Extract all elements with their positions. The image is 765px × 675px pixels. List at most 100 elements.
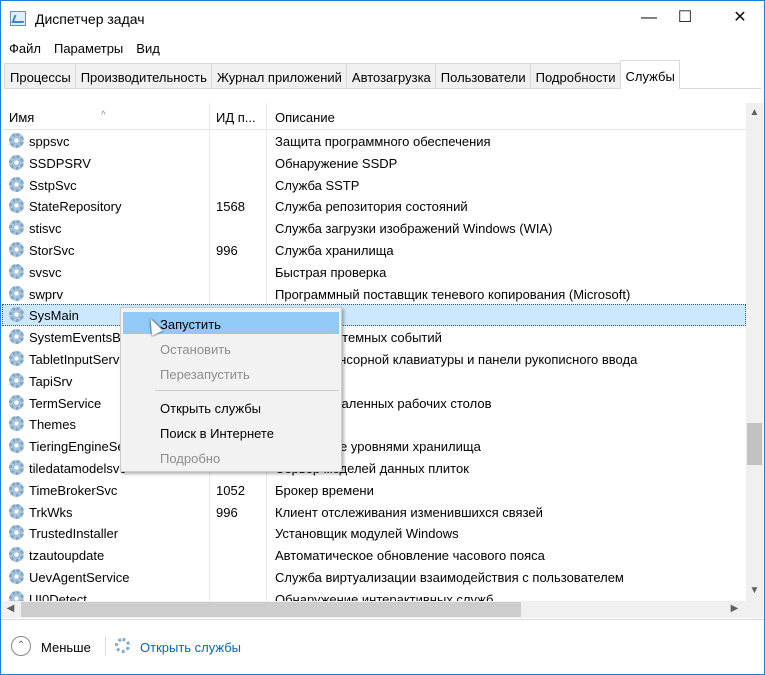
- tab-app-history[interactable]: Журнал приложений: [210, 63, 346, 89]
- fewer-details-button[interactable]: Меньше: [41, 640, 91, 655]
- menu-item-restart: Перезапустить: [160, 367, 250, 382]
- menu-item-search-online[interactable]: Поиск в Интернете: [123, 421, 339, 443]
- service-row[interactable]: stisvc Служба загрузки изображений Window…: [2, 217, 746, 239]
- tab-users[interactable]: Пользователи: [434, 63, 530, 89]
- service-row[interactable]: sppsvc Защита программного обеспечения: [2, 130, 746, 152]
- service-gear-icon: [9, 503, 24, 519]
- service-gear-icon: [9, 372, 24, 388]
- service-name: SSDPSRV: [29, 155, 91, 171]
- service-row[interactable]: TabletInputService Служба сенсорной клави…: [2, 348, 746, 370]
- service-row[interactable]: TrustedInstaller Установщик модулей Windo…: [2, 522, 746, 544]
- service-gear-icon: [9, 416, 24, 432]
- menu-view[interactable]: Вид: [128, 37, 165, 59]
- service-name: SstpSvc: [29, 177, 77, 193]
- maximize-button[interactable]: ☐: [662, 1, 708, 35]
- service-row[interactable]: TieringEngineService Управление уровнями …: [2, 435, 746, 457]
- service-name: TrustedInstaller: [29, 526, 119, 542]
- vertical-scroll-thumb[interactable]: [747, 423, 762, 465]
- scroll-down-icon[interactable]: ▼: [746, 585, 763, 596]
- service-pid: 1568: [216, 199, 245, 215]
- horizontal-scroll-thumb[interactable]: [21, 602, 521, 617]
- service-row[interactable]: svsvc Быстрая проверка: [2, 261, 746, 283]
- services-gear-icon: [115, 638, 130, 653]
- service-name: StorSvc: [29, 242, 75, 258]
- service-description: Автоматическое обновление часового пояса: [275, 548, 545, 564]
- title-bar: Диспетчер задач — ☐ ✕: [1, 1, 764, 37]
- task-manager-window: Диспетчер задач — ☐ ✕ Файл Параметры Вид…: [0, 0, 765, 675]
- service-gear-icon: [9, 307, 24, 323]
- menu-options[interactable]: Параметры: [46, 37, 128, 59]
- service-row[interactable]: StateRepository 1568 Служба репозитория со…: [2, 195, 746, 217]
- service-row[interactable]: tzautoupdate Автоматическое обновление ча…: [2, 544, 746, 566]
- tab-processes[interactable]: Процессы: [4, 63, 75, 89]
- service-description: Защита программного обеспечения: [275, 134, 491, 149]
- menu-item-stop: Остановить: [160, 342, 231, 357]
- menu-file[interactable]: Файл: [1, 37, 46, 59]
- horizontal-scrollbar[interactable]: ◀ ▶: [2, 601, 763, 618]
- service-description: Программный поставщик теневого копирован…: [275, 286, 631, 302]
- service-name: SysMain: [29, 308, 79, 324]
- service-row[interactable]: TapiSrv: [2, 370, 746, 392]
- service-gear-icon: [9, 154, 24, 170]
- service-row[interactable]: swprv Программный поставщик теневого копи…: [2, 283, 746, 305]
- column-header-name[interactable]: Имя: [9, 110, 34, 125]
- service-row[interactable]: tiledatamodelsvc Сервер моделей данных пл…: [2, 457, 746, 479]
- service-row[interactable]: SSDPSRV Обнаружение SSDP: [2, 152, 746, 174]
- service-description: Служба репозитория состояний: [275, 199, 468, 215]
- service-gear-icon: [9, 198, 24, 214]
- service-name: stisvc: [29, 221, 62, 237]
- scroll-right-icon[interactable]: ▶: [726, 603, 743, 614]
- tab-bar: Процессы Производительность Журнал прило…: [4, 60, 761, 89]
- vertical-scrollbar[interactable]: ▲ ▼: [746, 103, 763, 601]
- service-description: Обнаружение SSDP: [275, 155, 398, 171]
- service-gear-icon: [9, 568, 24, 584]
- service-description: Клиент отслеживания изменившихся связей: [275, 504, 543, 520]
- service-gear-icon: [9, 285, 24, 301]
- service-description: Установщик модулей Windows: [275, 526, 459, 542]
- service-pid: 996: [216, 504, 238, 520]
- service-description: Служба загрузки изображений Windows (WIA…: [275, 221, 553, 237]
- service-gear-icon: [9, 547, 24, 563]
- scroll-left-icon[interactable]: ◀: [2, 603, 19, 614]
- service-row[interactable]: SstpSvc Служба SSTP: [2, 174, 746, 196]
- service-row[interactable]: UevAgentService Служба виртуализации взаи…: [2, 566, 746, 588]
- service-gear-icon: [9, 590, 24, 601]
- service-name: UI0Detect: [29, 591, 87, 601]
- column-header-pid[interactable]: ИД п...: [216, 110, 256, 125]
- menu-item-open-services[interactable]: Открыть службы: [123, 396, 339, 418]
- menu-separator: [155, 390, 339, 391]
- service-name: TrkWks: [29, 504, 73, 520]
- service-row[interactable]: SysMain: [2, 304, 746, 327]
- chevron-up-icon[interactable]: ⌃: [11, 636, 31, 656]
- service-gear-icon: [9, 241, 24, 257]
- divider: [105, 636, 106, 656]
- service-name: UevAgentService: [29, 569, 130, 585]
- open-services-link[interactable]: Открыть службы: [140, 640, 241, 655]
- service-name: TapiSrv: [29, 373, 73, 389]
- close-button[interactable]: ✕: [717, 1, 763, 35]
- service-name: sppsvc: [29, 134, 70, 149]
- tab-services[interactable]: Службы: [619, 60, 680, 89]
- service-row[interactable]: TimeBrokerSvc 1052 Брокер времени: [2, 479, 746, 501]
- service-row[interactable]: SystemEventsBroker Брокер системных событ…: [2, 326, 746, 348]
- service-gear-icon: [9, 438, 24, 454]
- column-header-description[interactable]: Описание: [275, 110, 335, 125]
- service-name: Themes: [29, 417, 76, 433]
- service-gear-icon: [9, 176, 24, 192]
- tab-performance[interactable]: Производительность: [74, 63, 211, 89]
- service-row[interactable]: TermService Службы удаленных рабочих стол…: [2, 392, 746, 414]
- service-row[interactable]: StorSvc 996 Служба хранилища: [2, 239, 746, 261]
- service-description: Брокер времени: [275, 482, 374, 498]
- tab-details[interactable]: Подробности: [529, 63, 620, 89]
- service-name: tzautoupdate: [29, 548, 105, 564]
- scroll-up-icon[interactable]: ▲: [746, 107, 763, 118]
- service-row[interactable]: UI0Detect Обнаружение интерактивных служб: [2, 588, 746, 601]
- service-pid: 996: [216, 242, 238, 258]
- tab-startup[interactable]: Автозагрузка: [345, 63, 435, 89]
- service-row[interactable]: Themes: [2, 413, 746, 435]
- service-name: tiledatamodelsvc: [29, 460, 126, 476]
- service-row[interactable]: TrkWks 996 Клиент отслеживания изменившихс…: [2, 501, 746, 523]
- menu-item-details: Подробно: [160, 451, 221, 466]
- service-gear-icon: [9, 350, 24, 366]
- window-title: Диспетчер задач: [35, 11, 145, 27]
